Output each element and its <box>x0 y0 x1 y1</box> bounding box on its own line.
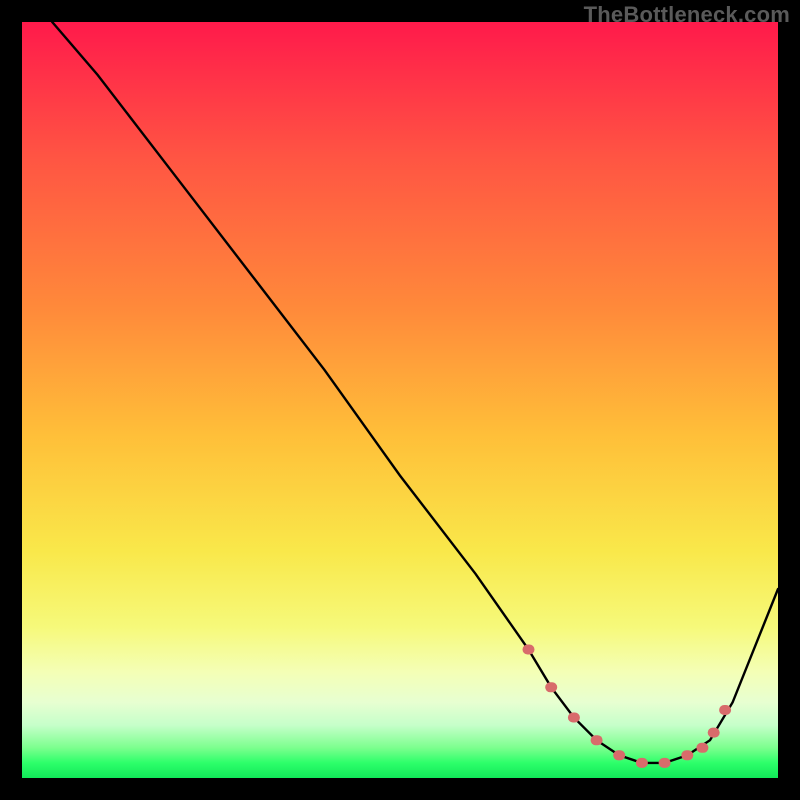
marker-dot <box>719 705 731 715</box>
marker-dot <box>681 750 693 760</box>
chart-stage: TheBottleneck.com <box>0 0 800 800</box>
marker-dot <box>636 758 648 768</box>
bottleneck-curve <box>52 22 778 763</box>
marker-dot <box>568 713 580 723</box>
marker-dot <box>659 758 671 768</box>
marker-dot <box>696 743 708 753</box>
plot-area <box>22 22 778 778</box>
marker-group <box>523 645 732 768</box>
marker-dot <box>613 750 625 760</box>
curve-layer <box>22 22 778 778</box>
marker-dot <box>591 735 603 745</box>
marker-dot <box>708 728 720 738</box>
marker-dot <box>545 682 557 692</box>
marker-dot <box>523 645 535 655</box>
